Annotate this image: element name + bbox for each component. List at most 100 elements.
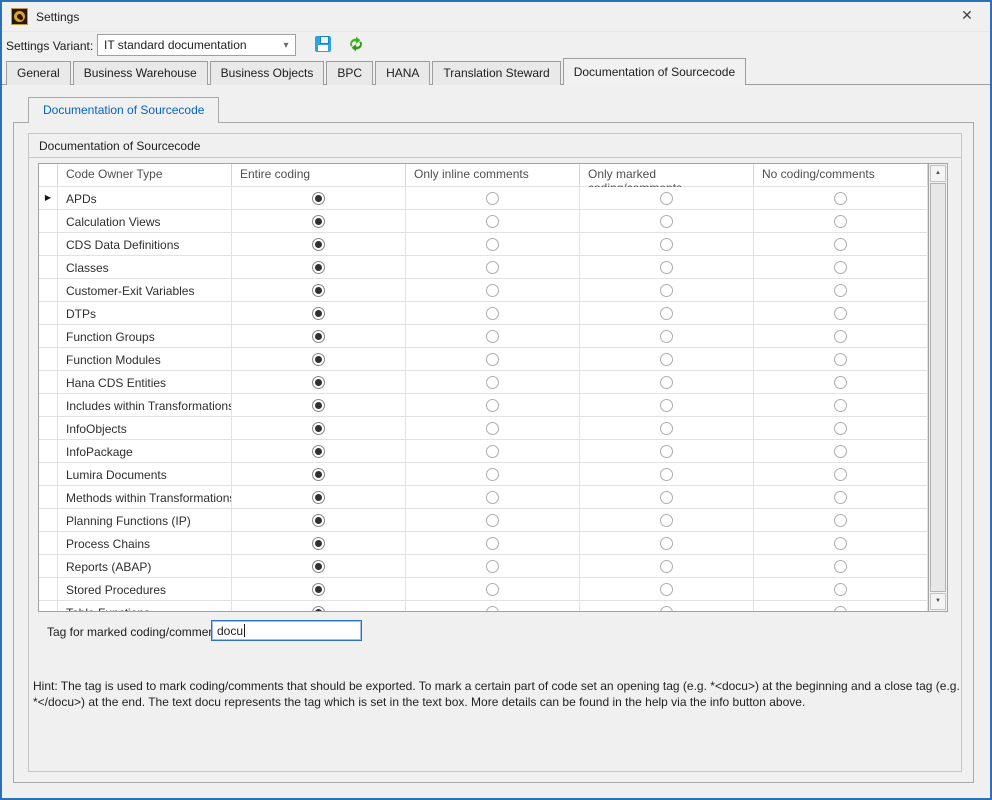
radio-unselected[interactable] bbox=[834, 399, 847, 412]
radio-unselected[interactable] bbox=[486, 353, 499, 366]
radio-unselected[interactable] bbox=[660, 606, 673, 612]
scroll-up-icon[interactable]: ▲ bbox=[930, 165, 946, 182]
radio-unselected[interactable] bbox=[660, 537, 673, 550]
radio-unselected[interactable] bbox=[486, 606, 499, 612]
radio-unselected[interactable] bbox=[834, 238, 847, 251]
radio-unselected[interactable] bbox=[486, 284, 499, 297]
save-icon[interactable] bbox=[315, 36, 331, 52]
table-row[interactable]: Process Chains bbox=[39, 532, 928, 555]
radio-selected[interactable] bbox=[312, 215, 325, 228]
radio-selected[interactable] bbox=[312, 376, 325, 389]
radio-unselected[interactable] bbox=[660, 215, 673, 228]
radio-unselected[interactable] bbox=[660, 353, 673, 366]
radio-unselected[interactable] bbox=[486, 514, 499, 527]
table-row[interactable]: Planning Functions (IP) bbox=[39, 509, 928, 532]
radio-unselected[interactable] bbox=[834, 583, 847, 596]
table-row[interactable]: Stored Procedures bbox=[39, 578, 928, 601]
table-row[interactable]: InfoPackage bbox=[39, 440, 928, 463]
radio-selected[interactable] bbox=[312, 353, 325, 366]
radio-unselected[interactable] bbox=[486, 192, 499, 205]
radio-unselected[interactable] bbox=[660, 422, 673, 435]
table-row[interactable]: DTPs bbox=[39, 302, 928, 325]
radio-unselected[interactable] bbox=[660, 560, 673, 573]
scroll-down-icon[interactable]: ▼ bbox=[930, 593, 946, 610]
table-row[interactable]: Function Groups bbox=[39, 325, 928, 348]
radio-unselected[interactable] bbox=[486, 238, 499, 251]
radio-selected[interactable] bbox=[312, 261, 325, 274]
radio-unselected[interactable] bbox=[486, 422, 499, 435]
radio-selected[interactable] bbox=[312, 330, 325, 343]
radio-unselected[interactable] bbox=[834, 353, 847, 366]
column-header[interactable]: Only inline comments bbox=[406, 164, 580, 186]
tab-documentation-of-sourcecode[interactable]: Documentation of Sourcecode bbox=[563, 58, 746, 85]
column-header[interactable]: Entire coding bbox=[232, 164, 406, 186]
tab-business-objects[interactable]: Business Objects bbox=[210, 61, 325, 85]
radio-unselected[interactable] bbox=[660, 330, 673, 343]
table-row[interactable]: Includes within Transformations bbox=[39, 394, 928, 417]
radio-unselected[interactable] bbox=[486, 330, 499, 343]
radio-unselected[interactable] bbox=[486, 307, 499, 320]
table-row[interactable]: Classes bbox=[39, 256, 928, 279]
radio-unselected[interactable] bbox=[660, 307, 673, 320]
radio-selected[interactable] bbox=[312, 606, 325, 612]
radio-unselected[interactable] bbox=[660, 376, 673, 389]
table-row[interactable]: Reports (ABAP) bbox=[39, 555, 928, 578]
radio-unselected[interactable] bbox=[486, 583, 499, 596]
radio-unselected[interactable] bbox=[834, 215, 847, 228]
radio-unselected[interactable] bbox=[486, 261, 499, 274]
radio-selected[interactable] bbox=[312, 468, 325, 481]
radio-unselected[interactable] bbox=[834, 261, 847, 274]
radio-unselected[interactable] bbox=[486, 491, 499, 504]
radio-unselected[interactable] bbox=[486, 445, 499, 458]
radio-unselected[interactable] bbox=[834, 192, 847, 205]
table-row[interactable]: ▶APDs bbox=[39, 187, 928, 210]
tab-hana[interactable]: HANA bbox=[375, 61, 430, 85]
table-row[interactable]: Calculation Views bbox=[39, 210, 928, 233]
radio-unselected[interactable] bbox=[660, 284, 673, 297]
table-row[interactable]: Customer-Exit Variables bbox=[39, 279, 928, 302]
radio-unselected[interactable] bbox=[660, 468, 673, 481]
radio-unselected[interactable] bbox=[834, 376, 847, 389]
tab-translation-steward[interactable]: Translation Steward bbox=[432, 61, 560, 85]
radio-unselected[interactable] bbox=[660, 514, 673, 527]
radio-unselected[interactable] bbox=[486, 537, 499, 550]
column-header[interactable]: Code Owner Type bbox=[58, 164, 232, 186]
radio-unselected[interactable] bbox=[486, 215, 499, 228]
tab-bpc[interactable]: BPC bbox=[326, 61, 373, 85]
radio-unselected[interactable] bbox=[486, 399, 499, 412]
dropdown-arrow-icon[interactable]: ▾ bbox=[277, 40, 295, 51]
radio-selected[interactable] bbox=[312, 491, 325, 504]
radio-unselected[interactable] bbox=[834, 330, 847, 343]
table-row[interactable]: Hana CDS Entities bbox=[39, 371, 928, 394]
radio-selected[interactable] bbox=[312, 284, 325, 297]
radio-selected[interactable] bbox=[312, 445, 325, 458]
table-row[interactable]: Methods within Transformations bbox=[39, 486, 928, 509]
table-row[interactable]: InfoObjects bbox=[39, 417, 928, 440]
tab-business-warehouse[interactable]: Business Warehouse bbox=[73, 61, 208, 85]
table-row[interactable]: CDS Data Definitions bbox=[39, 233, 928, 256]
settings-variant-dropdown[interactable]: IT standard documentation ▾ bbox=[97, 34, 296, 56]
close-icon[interactable]: ✕ bbox=[955, 4, 979, 26]
radio-unselected[interactable] bbox=[834, 307, 847, 320]
radio-unselected[interactable] bbox=[834, 514, 847, 527]
radio-unselected[interactable] bbox=[834, 468, 847, 481]
table-row[interactable]: Function Modules bbox=[39, 348, 928, 371]
column-header[interactable]: No coding/comments bbox=[754, 164, 928, 186]
radio-selected[interactable] bbox=[312, 192, 325, 205]
vertical-scrollbar[interactable]: ▲ ▼ bbox=[928, 164, 947, 611]
radio-unselected[interactable] bbox=[834, 284, 847, 297]
radio-selected[interactable] bbox=[312, 238, 325, 251]
radio-unselected[interactable] bbox=[486, 468, 499, 481]
radio-unselected[interactable] bbox=[834, 560, 847, 573]
table-row[interactable]: Lumira Documents bbox=[39, 463, 928, 486]
column-header[interactable]: Only marked coding/comments bbox=[580, 164, 754, 186]
table-row[interactable]: Table Functions bbox=[39, 601, 928, 611]
tab-general[interactable]: General bbox=[6, 61, 71, 85]
radio-unselected[interactable] bbox=[660, 192, 673, 205]
radio-unselected[interactable] bbox=[486, 376, 499, 389]
radio-unselected[interactable] bbox=[486, 560, 499, 573]
radio-selected[interactable] bbox=[312, 399, 325, 412]
radio-unselected[interactable] bbox=[834, 606, 847, 612]
radio-unselected[interactable] bbox=[660, 261, 673, 274]
radio-unselected[interactable] bbox=[834, 445, 847, 458]
